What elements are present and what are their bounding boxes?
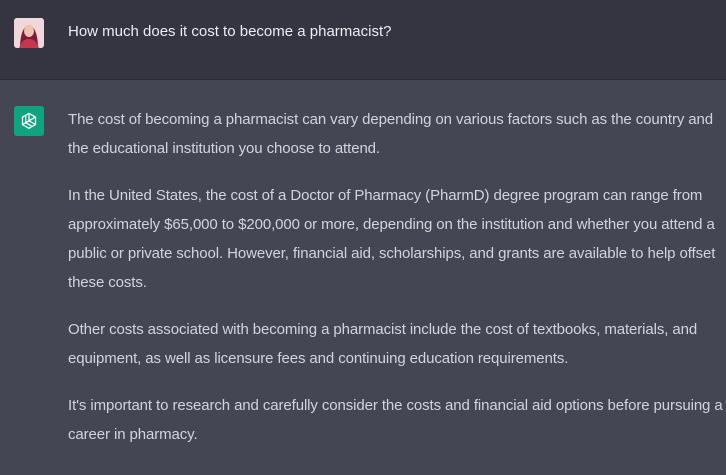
- openai-logo-icon: [21, 112, 37, 129]
- assistant-response: The cost of becoming a pharmacist can va…: [68, 105, 724, 467]
- response-paragraph: It's important to research and carefully…: [68, 397, 723, 443]
- user-avatar: [14, 18, 44, 48]
- response-paragraph: Other costs associated with becoming a p…: [68, 321, 698, 367]
- assistant-avatar: [14, 106, 44, 136]
- response-paragraph: The cost of becoming a pharmacist can va…: [68, 111, 714, 157]
- user-photo-icon: [14, 18, 44, 48]
- user-message-row: How much does it cost to become a pharma…: [0, 0, 726, 80]
- user-question: How much does it cost to become a pharma…: [68, 23, 392, 40]
- assistant-message-row: The cost of becoming a pharmacist can va…: [0, 80, 726, 475]
- response-paragraph: In the United States, the cost of a Doct…: [68, 187, 716, 291]
